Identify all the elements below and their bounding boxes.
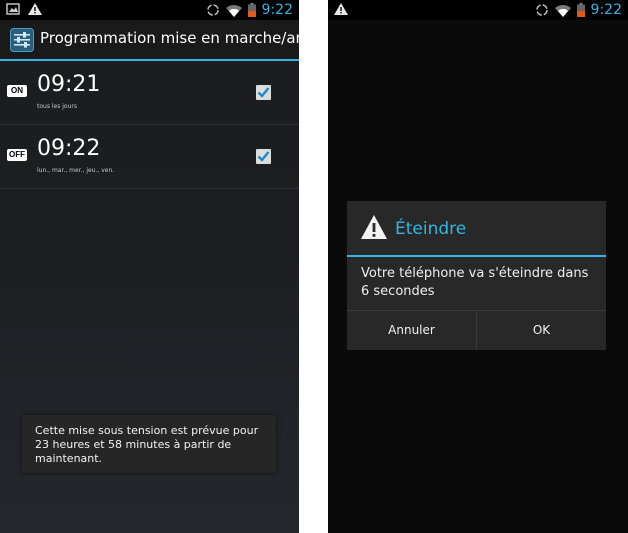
toast-notification: Cette mise sous tension est prévue pour … [22, 415, 276, 473]
battery-low-icon [247, 3, 256, 17]
checkmark-icon [257, 151, 270, 162]
right-screen: 9:22 Éteindre Votre téléphone va s'étein… [328, 0, 628, 533]
page-title: Programmation mise en marche/arrêt [40, 29, 299, 47]
toast-message: Cette mise sous tension est prévue pour … [35, 424, 259, 465]
image-icon [6, 3, 20, 15]
sync-icon [206, 4, 219, 16]
wifi-icon [225, 4, 242, 17]
status-time: 9:22 [261, 2, 293, 18]
sync-icon [535, 4, 548, 16]
wifi-icon [554, 4, 571, 17]
battery-low-icon [576, 3, 585, 17]
on-badge: ON [7, 85, 27, 97]
schedule-row-on[interactable]: ON 09:21 tous les jours [0, 61, 299, 125]
status-bar: 9:22 [0, 0, 299, 20]
dialog-header: Éteindre [347, 201, 606, 257]
dialog-button-bar: Annuler OK [347, 310, 606, 350]
cancel-button[interactable]: Annuler [347, 311, 476, 350]
schedule-checkbox[interactable] [256, 149, 271, 164]
schedule-days: lun., mar., mer., jeu., ven. [37, 167, 115, 174]
warning-icon [28, 3, 42, 15]
dialog-message: Votre téléphone va s'éteindre dans 6 sec… [361, 266, 589, 299]
dialog-title: Éteindre [395, 219, 467, 239]
checkmark-icon [257, 87, 270, 98]
schedule-checkbox[interactable] [256, 85, 271, 100]
status-time: 9:22 [590, 2, 622, 18]
action-bar: Programmation mise en marche/arrêt [0, 20, 299, 61]
status-bar: 9:22 [328, 0, 628, 20]
shutdown-dialog: Éteindre Votre téléphone va s'éteindre d… [347, 201, 606, 350]
schedule-time: 09:21 [37, 72, 101, 97]
off-badge: OFF [7, 149, 27, 161]
schedule-time: 09:22 [37, 136, 101, 161]
warning-icon [334, 3, 348, 15]
schedule-days: tous les jours [37, 103, 77, 110]
settings-sliders-icon[interactable] [10, 28, 34, 52]
ok-button[interactable]: OK [476, 311, 606, 350]
left-screen: 9:22 Programmation mise en marche/arrêt … [0, 0, 299, 533]
schedule-row-off[interactable]: OFF 09:22 lun., mar., mer., jeu., ven. [0, 125, 299, 189]
warning-icon [361, 215, 387, 239]
